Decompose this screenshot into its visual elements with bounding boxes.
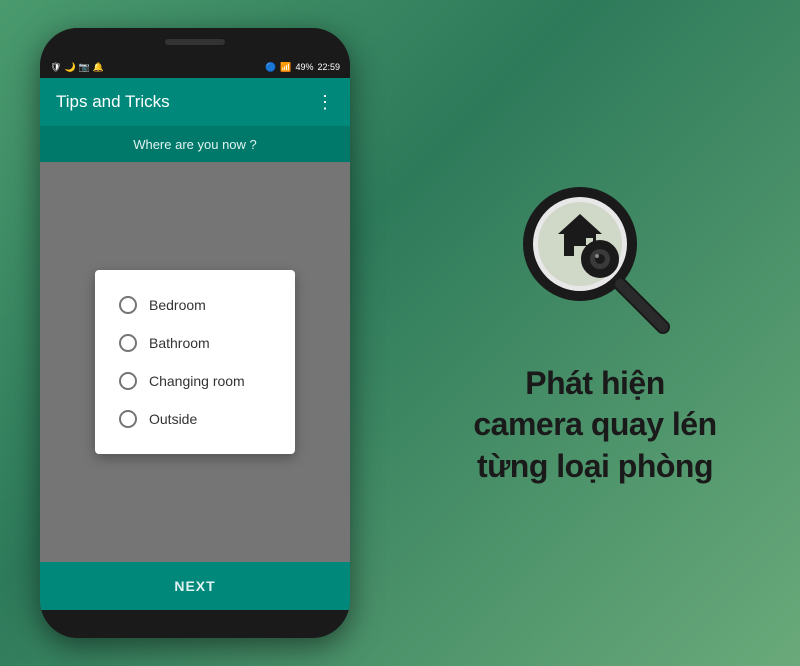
subtitle-text: Where are you now ? bbox=[133, 137, 257, 152]
moon-icon: 🌙 bbox=[64, 62, 75, 73]
radio-circle-bedroom bbox=[119, 296, 137, 314]
radio-label-bathroom: Bathroom bbox=[149, 335, 210, 351]
camera-icon: 📷 bbox=[79, 62, 90, 73]
battery-text: 49% bbox=[295, 62, 313, 72]
radio-label-outside: Outside bbox=[149, 411, 197, 427]
radio-circle-outside bbox=[119, 410, 137, 428]
radio-circle-bathroom bbox=[119, 334, 137, 352]
promo-text-block: Phát hiện camera quay lén từng loại phòn… bbox=[473, 363, 716, 488]
radio-bathroom[interactable]: Bathroom bbox=[119, 324, 271, 362]
radio-changing-room[interactable]: Changing room bbox=[119, 362, 271, 400]
time-display: 22:59 bbox=[317, 62, 340, 72]
wifi-icon: 📶 bbox=[280, 62, 291, 73]
next-button[interactable]: NEXT bbox=[174, 578, 215, 594]
status-left-icons: 🛡 🌙 📷 🔔 bbox=[50, 62, 104, 73]
magnifier-icon bbox=[515, 179, 675, 339]
phone-frame: 🛡 🌙 📷 🔔 🔵 📶 49% 22:59 Tips and Tricks ⋮ … bbox=[40, 28, 350, 638]
phone-speaker bbox=[165, 39, 225, 45]
radio-label-bedroom: Bedroom bbox=[149, 297, 206, 313]
shield-icon: 🛡 bbox=[50, 62, 61, 73]
more-vert-icon[interactable]: ⋮ bbox=[316, 92, 334, 113]
radio-label-changing: Changing room bbox=[149, 373, 245, 389]
app-toolbar: Tips and Tricks ⋮ bbox=[40, 78, 350, 126]
promo-line-1: Phát hiện bbox=[473, 363, 716, 405]
phone-bottom bbox=[40, 610, 350, 638]
notification-icon: 🔔 bbox=[93, 62, 104, 73]
app-screen: Tips and Tricks ⋮ Where are you now ? Be… bbox=[40, 78, 350, 610]
status-bar: 🛡 🌙 📷 🔔 🔵 📶 49% 22:59 bbox=[40, 56, 350, 78]
status-right-icons: 🔵 📶 49% 22:59 bbox=[265, 62, 340, 73]
radio-outside[interactable]: Outside bbox=[119, 400, 271, 438]
right-panel: Phát hiện camera quay lén từng loại phòn… bbox=[390, 0, 800, 666]
app-title: Tips and Tricks bbox=[56, 92, 316, 112]
subtitle-bar: Where are you now ? bbox=[40, 126, 350, 162]
main-content: Bedroom Bathroom Changing room Outside bbox=[40, 162, 350, 562]
phone-mockup: 🛡 🌙 📷 🔔 🔵 📶 49% 22:59 Tips and Tricks ⋮ … bbox=[0, 0, 390, 666]
radio-bedroom[interactable]: Bedroom bbox=[119, 286, 271, 324]
radio-circle-changing bbox=[119, 372, 137, 390]
promo-line-2: camera quay lén bbox=[473, 404, 716, 446]
location-dialog: Bedroom Bathroom Changing room Outside bbox=[95, 270, 295, 454]
promo-line-3: từng loại phòng bbox=[473, 446, 716, 488]
bluetooth-icon: 🔵 bbox=[265, 62, 276, 73]
bottom-bar: NEXT bbox=[40, 562, 350, 610]
phone-top bbox=[40, 28, 350, 56]
